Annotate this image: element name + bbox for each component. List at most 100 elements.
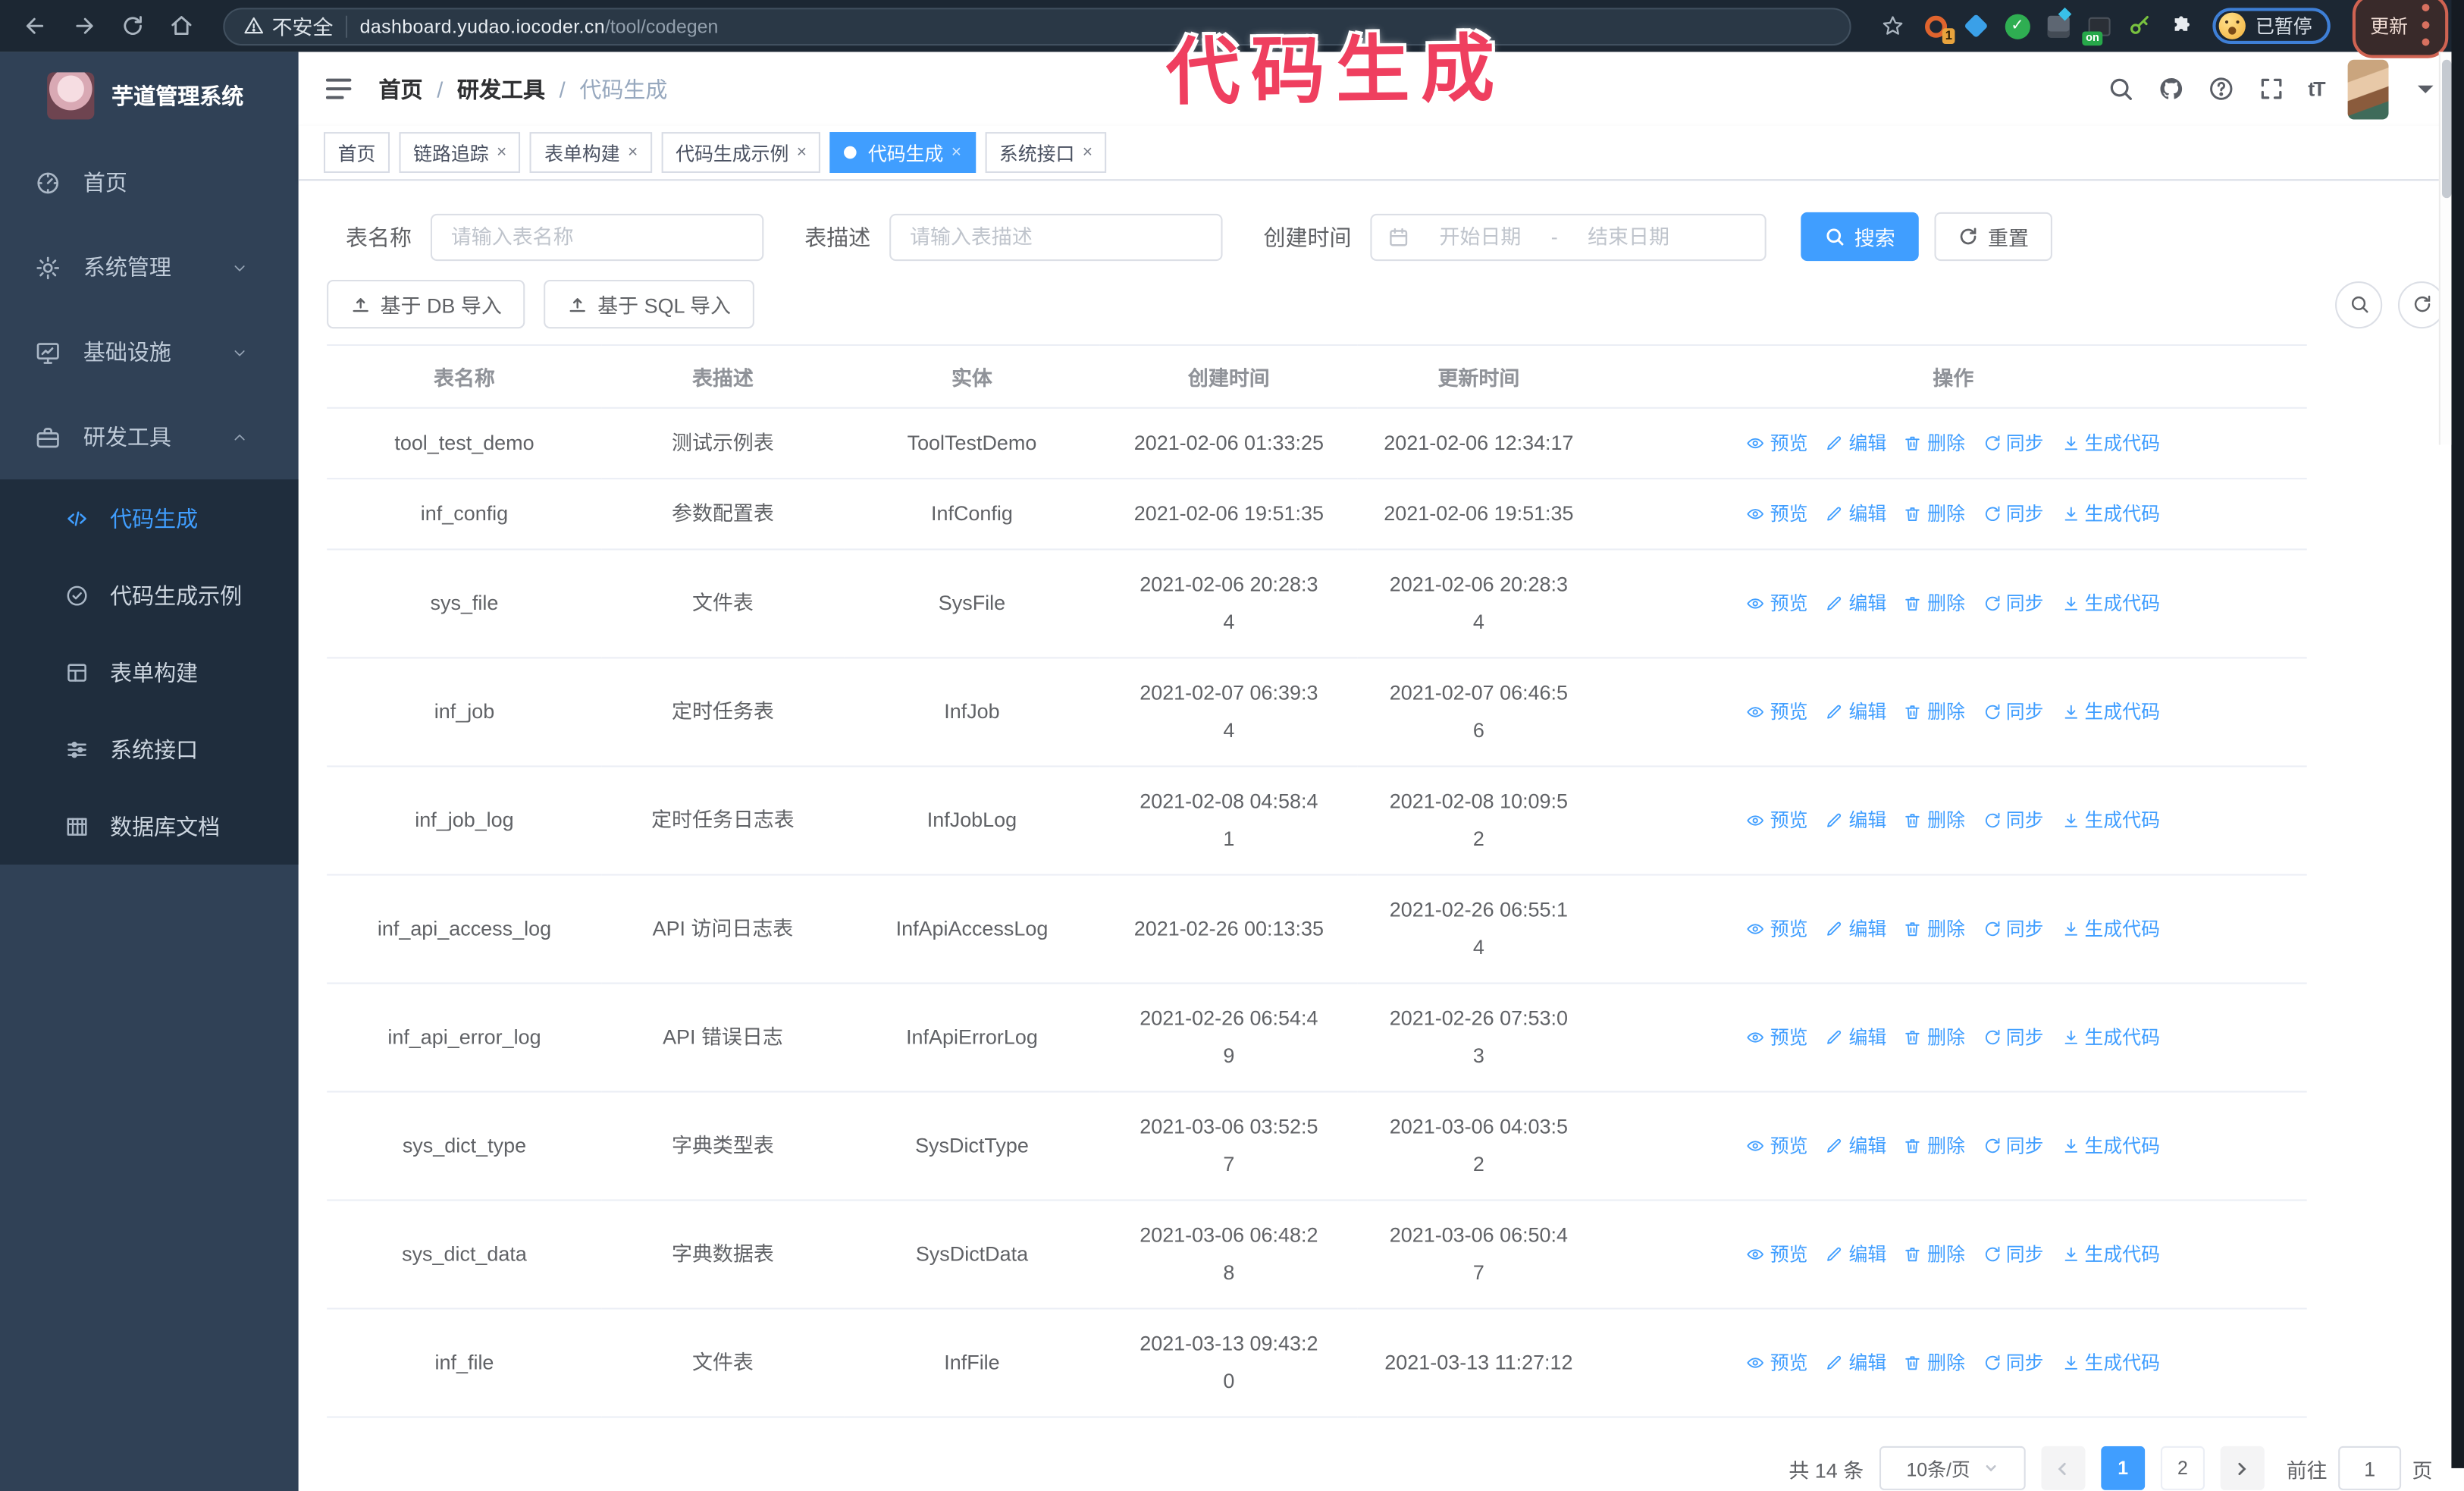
close-icon[interactable]: ×	[497, 143, 506, 162]
action-sync-link[interactable]: 同步	[1983, 802, 2044, 840]
action-sync-link[interactable]: 同步	[1983, 425, 2044, 463]
sidebar-subitem-system-api[interactable]: 系统接口	[0, 711, 299, 788]
close-icon[interactable]: ×	[628, 143, 638, 162]
action-edit-link[interactable]: 编辑	[1825, 1235, 1886, 1273]
action-eye-link[interactable]: 预览	[1747, 1235, 1808, 1273]
date-range-picker[interactable]: -	[1370, 212, 1766, 261]
next-page-button[interactable]	[2220, 1445, 2265, 1490]
extension-on-icon[interactable]: on	[2082, 13, 2112, 46]
action-edit-link[interactable]: 编辑	[1825, 585, 1886, 623]
close-icon[interactable]: ×	[951, 143, 961, 162]
action-eye-link[interactable]: 预览	[1747, 495, 1808, 533]
help-icon[interactable]	[2208, 75, 2234, 102]
action-edit-link[interactable]: 编辑	[1825, 1127, 1886, 1165]
sidebar-subitem-form-builder[interactable]: 表单构建	[0, 633, 299, 711]
action-download-link[interactable]: 生成代码	[2061, 425, 2160, 463]
action-edit-link[interactable]: 编辑	[1825, 1344, 1886, 1382]
action-eye-link[interactable]: 预览	[1747, 425, 1808, 463]
github-icon[interactable]	[2157, 75, 2183, 102]
action-sync-link[interactable]: 同步	[1983, 693, 2044, 731]
action-trash-link[interactable]: 删除	[1904, 910, 1965, 948]
page-size-select[interactable]: 10条/页	[1879, 1445, 2026, 1490]
breadcrumb-item[interactable]: 首页	[379, 73, 423, 104]
action-edit-link[interactable]: 编辑	[1825, 425, 1886, 463]
sidebar-subitem-db-doc[interactable]: 数据库文档	[0, 787, 299, 865]
start-date-input[interactable]	[1419, 224, 1542, 249]
font-size-icon[interactable]: tT	[2308, 77, 2325, 101]
action-trash-link[interactable]: 删除	[1904, 585, 1965, 623]
action-sync-link[interactable]: 同步	[1983, 1127, 2044, 1165]
scrollbar-thumb[interactable]	[2441, 59, 2452, 199]
extension-check-icon[interactable]: ✓	[2004, 13, 2030, 39]
action-eye-link[interactable]: 预览	[1747, 1344, 1808, 1382]
bookmark-star-icon[interactable]	[1873, 11, 1913, 41]
back-icon[interactable]	[16, 11, 55, 41]
action-sync-link[interactable]: 同步	[1983, 1019, 2044, 1056]
user-avatar[interactable]	[2347, 58, 2389, 119]
close-icon[interactable]: ×	[1083, 143, 1092, 162]
sidebar-item-home[interactable]: 首页	[0, 140, 299, 224]
action-download-link[interactable]: 生成代码	[2061, 910, 2160, 948]
sidebar-item-system[interactable]: 系统管理	[0, 224, 299, 309]
profile-paused-badge[interactable]: 已暂停	[2213, 8, 2331, 45]
page-button-1[interactable]: 1	[2101, 1445, 2146, 1490]
action-trash-link[interactable]: 删除	[1904, 1235, 1965, 1273]
toggle-search-button[interactable]	[2335, 280, 2383, 328]
search-icon[interactable]	[2107, 75, 2133, 102]
tab-home[interactable]: 首页	[323, 132, 390, 173]
action-trash-link[interactable]: 删除	[1904, 802, 1965, 840]
action-edit-link[interactable]: 编辑	[1825, 495, 1886, 533]
extension-sliders-icon[interactable]	[2045, 7, 2072, 39]
action-trash-link[interactable]: 删除	[1904, 1019, 1965, 1056]
refresh-table-button[interactable]	[2397, 280, 2446, 328]
import-sql-button[interactable]: 基于 SQL 导入	[544, 279, 755, 329]
action-sync-link[interactable]: 同步	[1983, 1235, 2044, 1273]
sidebar-logo[interactable]: 芋道管理系统	[0, 52, 299, 140]
action-eye-link[interactable]: 预览	[1747, 585, 1808, 623]
action-sync-link[interactable]: 同步	[1983, 1344, 2044, 1382]
table-desc-input[interactable]	[889, 212, 1223, 261]
extension-puzzle-icon[interactable]	[2168, 13, 2194, 39]
end-date-input[interactable]	[1567, 224, 1690, 249]
breadcrumb-item[interactable]: 研发工具	[457, 73, 545, 104]
reset-button[interactable]: 重置	[1934, 212, 2053, 262]
search-button[interactable]: 搜索	[1801, 212, 1919, 262]
action-download-link[interactable]: 生成代码	[2061, 1344, 2160, 1382]
home-icon[interactable]	[161, 11, 201, 41]
address-bar[interactable]: 不安全 dashboard.yudao.iocoder.cn/tool/code…	[223, 7, 1852, 46]
tab-form-builder[interactable]: 表单构建 ×	[530, 132, 653, 173]
action-edit-link[interactable]: 编辑	[1825, 693, 1886, 731]
action-download-link[interactable]: 生成代码	[2061, 1235, 2160, 1273]
page-button-2[interactable]: 2	[2160, 1445, 2205, 1490]
scrollbar[interactable]	[2438, 52, 2452, 445]
action-eye-link[interactable]: 预览	[1747, 910, 1808, 948]
import-db-button[interactable]: 基于 DB 导入	[327, 279, 525, 329]
prev-page-button[interactable]	[2041, 1445, 2086, 1490]
action-trash-link[interactable]: 删除	[1904, 495, 1965, 533]
browser-update-button[interactable]: 更新 ● ● ●	[2353, 0, 2449, 58]
action-trash-link[interactable]: 删除	[1904, 1127, 1965, 1165]
hamburger-icon[interactable]	[324, 74, 353, 103]
extension-gem-icon[interactable]	[1963, 13, 1989, 39]
action-edit-link[interactable]: 编辑	[1825, 1019, 1886, 1056]
action-sync-link[interactable]: 同步	[1983, 585, 2044, 623]
action-eye-link[interactable]: 预览	[1747, 693, 1808, 731]
action-eye-link[interactable]: 预览	[1747, 1127, 1808, 1165]
action-download-link[interactable]: 生成代码	[2061, 693, 2160, 731]
action-trash-link[interactable]: 删除	[1904, 693, 1965, 731]
action-eye-link[interactable]: 预览	[1747, 1019, 1808, 1056]
tab-tracing[interactable]: 链路追踪 ×	[399, 132, 522, 173]
action-edit-link[interactable]: 编辑	[1825, 910, 1886, 948]
forward-icon[interactable]	[64, 11, 104, 41]
extension-key-icon[interactable]	[2127, 13, 2153, 39]
fullscreen-icon[interactable]	[2258, 75, 2284, 102]
reload-icon[interactable]	[113, 11, 152, 41]
action-download-link[interactable]: 生成代码	[2061, 1019, 2160, 1056]
action-trash-link[interactable]: 删除	[1904, 1344, 1965, 1382]
tab-codegen[interactable]: 代码生成 ×	[830, 132, 976, 173]
tab-system-api[interactable]: 系统接口 ×	[985, 132, 1107, 173]
action-download-link[interactable]: 生成代码	[2061, 495, 2160, 533]
kebab-menu-icon[interactable]: ● ● ●	[2421, 0, 2431, 52]
close-icon[interactable]: ×	[797, 143, 807, 162]
table-name-input[interactable]	[430, 212, 764, 261]
